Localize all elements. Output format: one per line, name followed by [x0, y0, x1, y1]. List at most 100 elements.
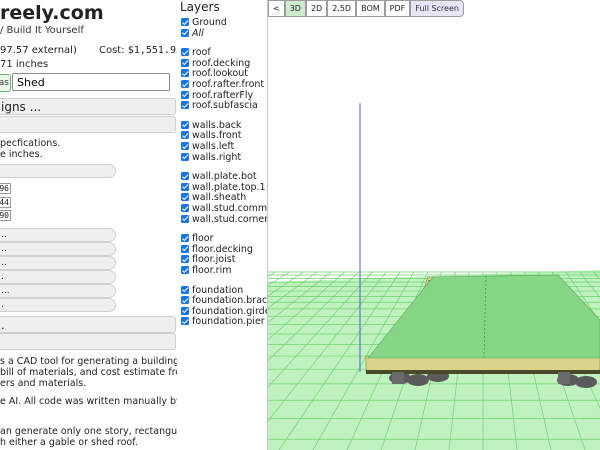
layer-item[interactable]: wall.stud.corner [181, 214, 267, 225]
layer-item[interactable]: floor.decking [181, 244, 253, 255]
checkbox-icon[interactable] [181, 296, 189, 305]
back-button[interactable]: < [268, 0, 285, 17]
site-title[interactable]: reely.com [0, 2, 104, 24]
checkbox-icon[interactable] [181, 28, 189, 37]
view-3d-button[interactable]: 3D [284, 0, 306, 17]
checkbox-icon[interactable] [181, 48, 189, 57]
about-line-5: an generate only one story, rectangular [0, 426, 178, 437]
layer-item[interactable]: wall.sheath [181, 192, 246, 203]
checkbox-icon[interactable] [181, 172, 189, 181]
foundation-pier [407, 374, 429, 386]
layer-item[interactable]: roof.decking [181, 58, 250, 69]
dimension-field-3[interactable]: 90 [0, 210, 11, 221]
checkbox-icon[interactable] [181, 234, 189, 243]
checkbox-icon[interactable] [181, 80, 189, 88]
checkbox-icon[interactable] [181, 204, 189, 212]
bottom-section-header[interactable]: . [0, 316, 176, 333]
view-toolbar: < 3D 2D 2.5D BOM PDF Full Screen [268, 0, 464, 17]
layer-item[interactable]: wall.plate.top.1 [181, 182, 266, 193]
layer-item[interactable]: roof [181, 47, 211, 58]
option-pill-3[interactable]: .. [0, 256, 116, 270]
dimension-field-2[interactable]: 44 [0, 197, 11, 208]
checkbox-icon[interactable] [181, 120, 189, 129]
checkbox-icon[interactable] [181, 285, 189, 294]
bottom-section-header-2[interactable] [0, 333, 176, 350]
checkbox-icon[interactable] [181, 266, 189, 274]
layer-label: foundation.pier [192, 316, 265, 328]
option-pill-2[interactable]: .. [0, 242, 116, 256]
pier-block [558, 372, 570, 384]
layer-item[interactable]: wall.plate.bot [181, 171, 257, 182]
option-pill-6[interactable]: . [0, 298, 116, 312]
layer-item[interactable]: walls.back [181, 120, 241, 131]
view-2d-button[interactable]: 2D [305, 0, 328, 17]
layer-item[interactable]: walls.right [181, 152, 241, 163]
layer-label: floor [192, 233, 214, 245]
checkbox-icon[interactable] [181, 255, 189, 264]
checkbox-icon[interactable] [181, 152, 189, 161]
dimension-field-1[interactable]: 96 [0, 183, 11, 194]
save-as-button[interactable]: as [0, 74, 11, 92]
layer-item[interactable]: foundation.pier [181, 316, 265, 327]
checkbox-icon[interactable] [181, 18, 189, 26]
external-cost-text: 97.57 external) [0, 45, 77, 56]
layers-panel: Layers Ground All roof roof.decking roof.loo… [177, 0, 268, 450]
section-header-blank[interactable] [0, 116, 176, 133]
layer-item[interactable]: floor [181, 233, 214, 244]
checkbox-icon[interactable] [181, 131, 189, 140]
checkbox-icon[interactable] [181, 142, 189, 150]
layer-label: foundation.bracket [192, 295, 268, 307]
spec-text-2: e inches. [0, 149, 43, 160]
design-name-input[interactable] [12, 73, 170, 91]
layer-label: foundation.girder [192, 305, 268, 317]
spec-text-1: pecfications. [0, 138, 61, 149]
about-line-3: ers and materials. [0, 378, 87, 389]
checkbox-icon[interactable] [181, 182, 189, 191]
layer-label: floor.decking [192, 243, 253, 255]
layer-item[interactable]: foundation.girder [181, 305, 268, 317]
layer-label: walls.back [192, 119, 242, 131]
spec-pill[interactable] [0, 164, 116, 178]
layer-item[interactable]: roof.lookout [181, 68, 248, 79]
layer-label: foundation [192, 284, 244, 296]
designs-section-header[interactable]: igns ... [0, 98, 176, 115]
checkbox-icon[interactable] [181, 193, 189, 202]
checkbox-icon[interactable] [181, 90, 189, 99]
checkbox-icon[interactable] [181, 317, 189, 326]
view-25d-button[interactable]: 2.5D [327, 0, 357, 17]
layer-label: floor.joist [192, 254, 236, 266]
checkbox-icon[interactable] [181, 214, 189, 223]
bom-button[interactable]: BOM [356, 0, 385, 17]
option-pill-4[interactable]: . [0, 270, 116, 284]
foundation-pier [575, 376, 597, 388]
layer-label: wall.plate.bot [192, 171, 257, 183]
layer-item[interactable]: floor.joist [181, 254, 235, 265]
pdf-button[interactable]: PDF [384, 0, 411, 17]
layer-item[interactable]: Ground [181, 17, 227, 28]
layer-item[interactable]: All [181, 28, 204, 39]
layer-label: roof.rafter.front [192, 79, 265, 90]
checkbox-icon[interactable] [181, 306, 189, 315]
option-pill-5[interactable]: ... [0, 284, 116, 298]
layer-item[interactable]: walls.left [181, 141, 234, 152]
layer-item[interactable]: roof.subfascia [181, 100, 258, 111]
option-pill-1[interactable]: .. [0, 228, 116, 242]
layer-item[interactable]: foundation.bracket [181, 295, 268, 307]
layer-label: roof [192, 47, 211, 59]
layer-label: walls.front [192, 130, 242, 142]
about-line-6: h either a gable or shed roof. [0, 437, 138, 448]
checkbox-icon[interactable] [181, 69, 189, 78]
layer-item[interactable]: wall.stud.common [181, 203, 267, 214]
left-panel: reely.com / Build It Yourself 97.57 exte… [0, 0, 178, 450]
checkbox-icon[interactable] [181, 101, 189, 110]
checkbox-icon[interactable] [181, 244, 189, 253]
layer-item[interactable]: walls.front [181, 130, 241, 141]
layer-item[interactable]: foundation [181, 285, 243, 296]
checkbox-icon[interactable] [181, 58, 189, 67]
scene-canvas[interactable] [268, 0, 600, 450]
layer-item[interactable]: roof.rafter.front [181, 79, 264, 90]
layer-item[interactable]: roof.rafterFly [181, 90, 253, 101]
3d-viewer[interactable]: < 3D 2D 2.5D BOM PDF Full Screen [268, 0, 600, 450]
fullscreen-button[interactable]: Full Screen [410, 0, 464, 17]
layer-item[interactable]: floor.rim [181, 265, 231, 276]
